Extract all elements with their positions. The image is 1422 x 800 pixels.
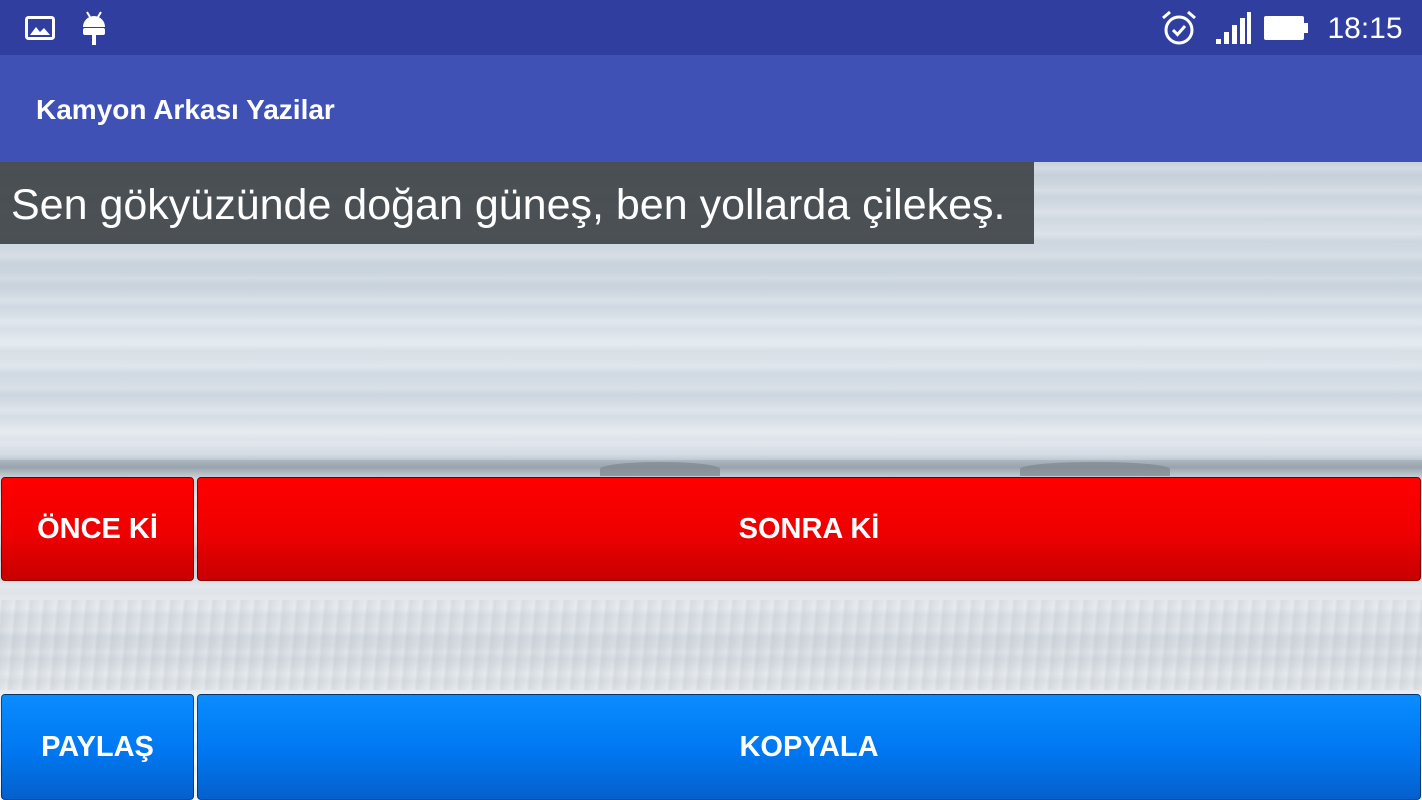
distant-hill — [600, 462, 720, 476]
app-bar: Kamyon Arkası Yazilar — [0, 55, 1422, 162]
battery-icon — [1262, 0, 1310, 55]
signal-icon — [1212, 0, 1254, 55]
copy-button-label: KOPYALA — [739, 730, 879, 763]
copy-button[interactable]: KOPYALA — [197, 694, 1421, 800]
app-title: Kamyon Arkası Yazilar — [36, 94, 335, 125]
app-screen: 18:15 Kamyon Arkası Yazilar Sen gökyüzün… — [0, 0, 1422, 800]
previous-button[interactable]: ÖNCE Kİ — [1, 477, 194, 581]
android-icon — [78, 0, 110, 55]
quote-box: Sen gökyüzünde doğan güneş, ben yollarda… — [0, 162, 1034, 244]
share-button[interactable]: PAYLAŞ — [1, 694, 194, 800]
distant-hill — [1020, 462, 1170, 476]
status-time: 18:15 — [1327, 12, 1403, 45]
next-button-label: SONRA Kİ — [738, 512, 880, 545]
next-button[interactable]: SONRA Kİ — [197, 477, 1421, 581]
alarm-icon — [1158, 0, 1200, 55]
status-bar: 18:15 — [0, 0, 1422, 55]
previous-button-label: ÖNCE Kİ — [37, 512, 158, 545]
gallery-icon — [24, 0, 56, 55]
quote-text: Sen gökyüzünde doğan güneş, ben yollarda… — [11, 181, 1006, 229]
share-button-label: PAYLAŞ — [41, 730, 154, 763]
snow-tracks — [0, 600, 1422, 690]
